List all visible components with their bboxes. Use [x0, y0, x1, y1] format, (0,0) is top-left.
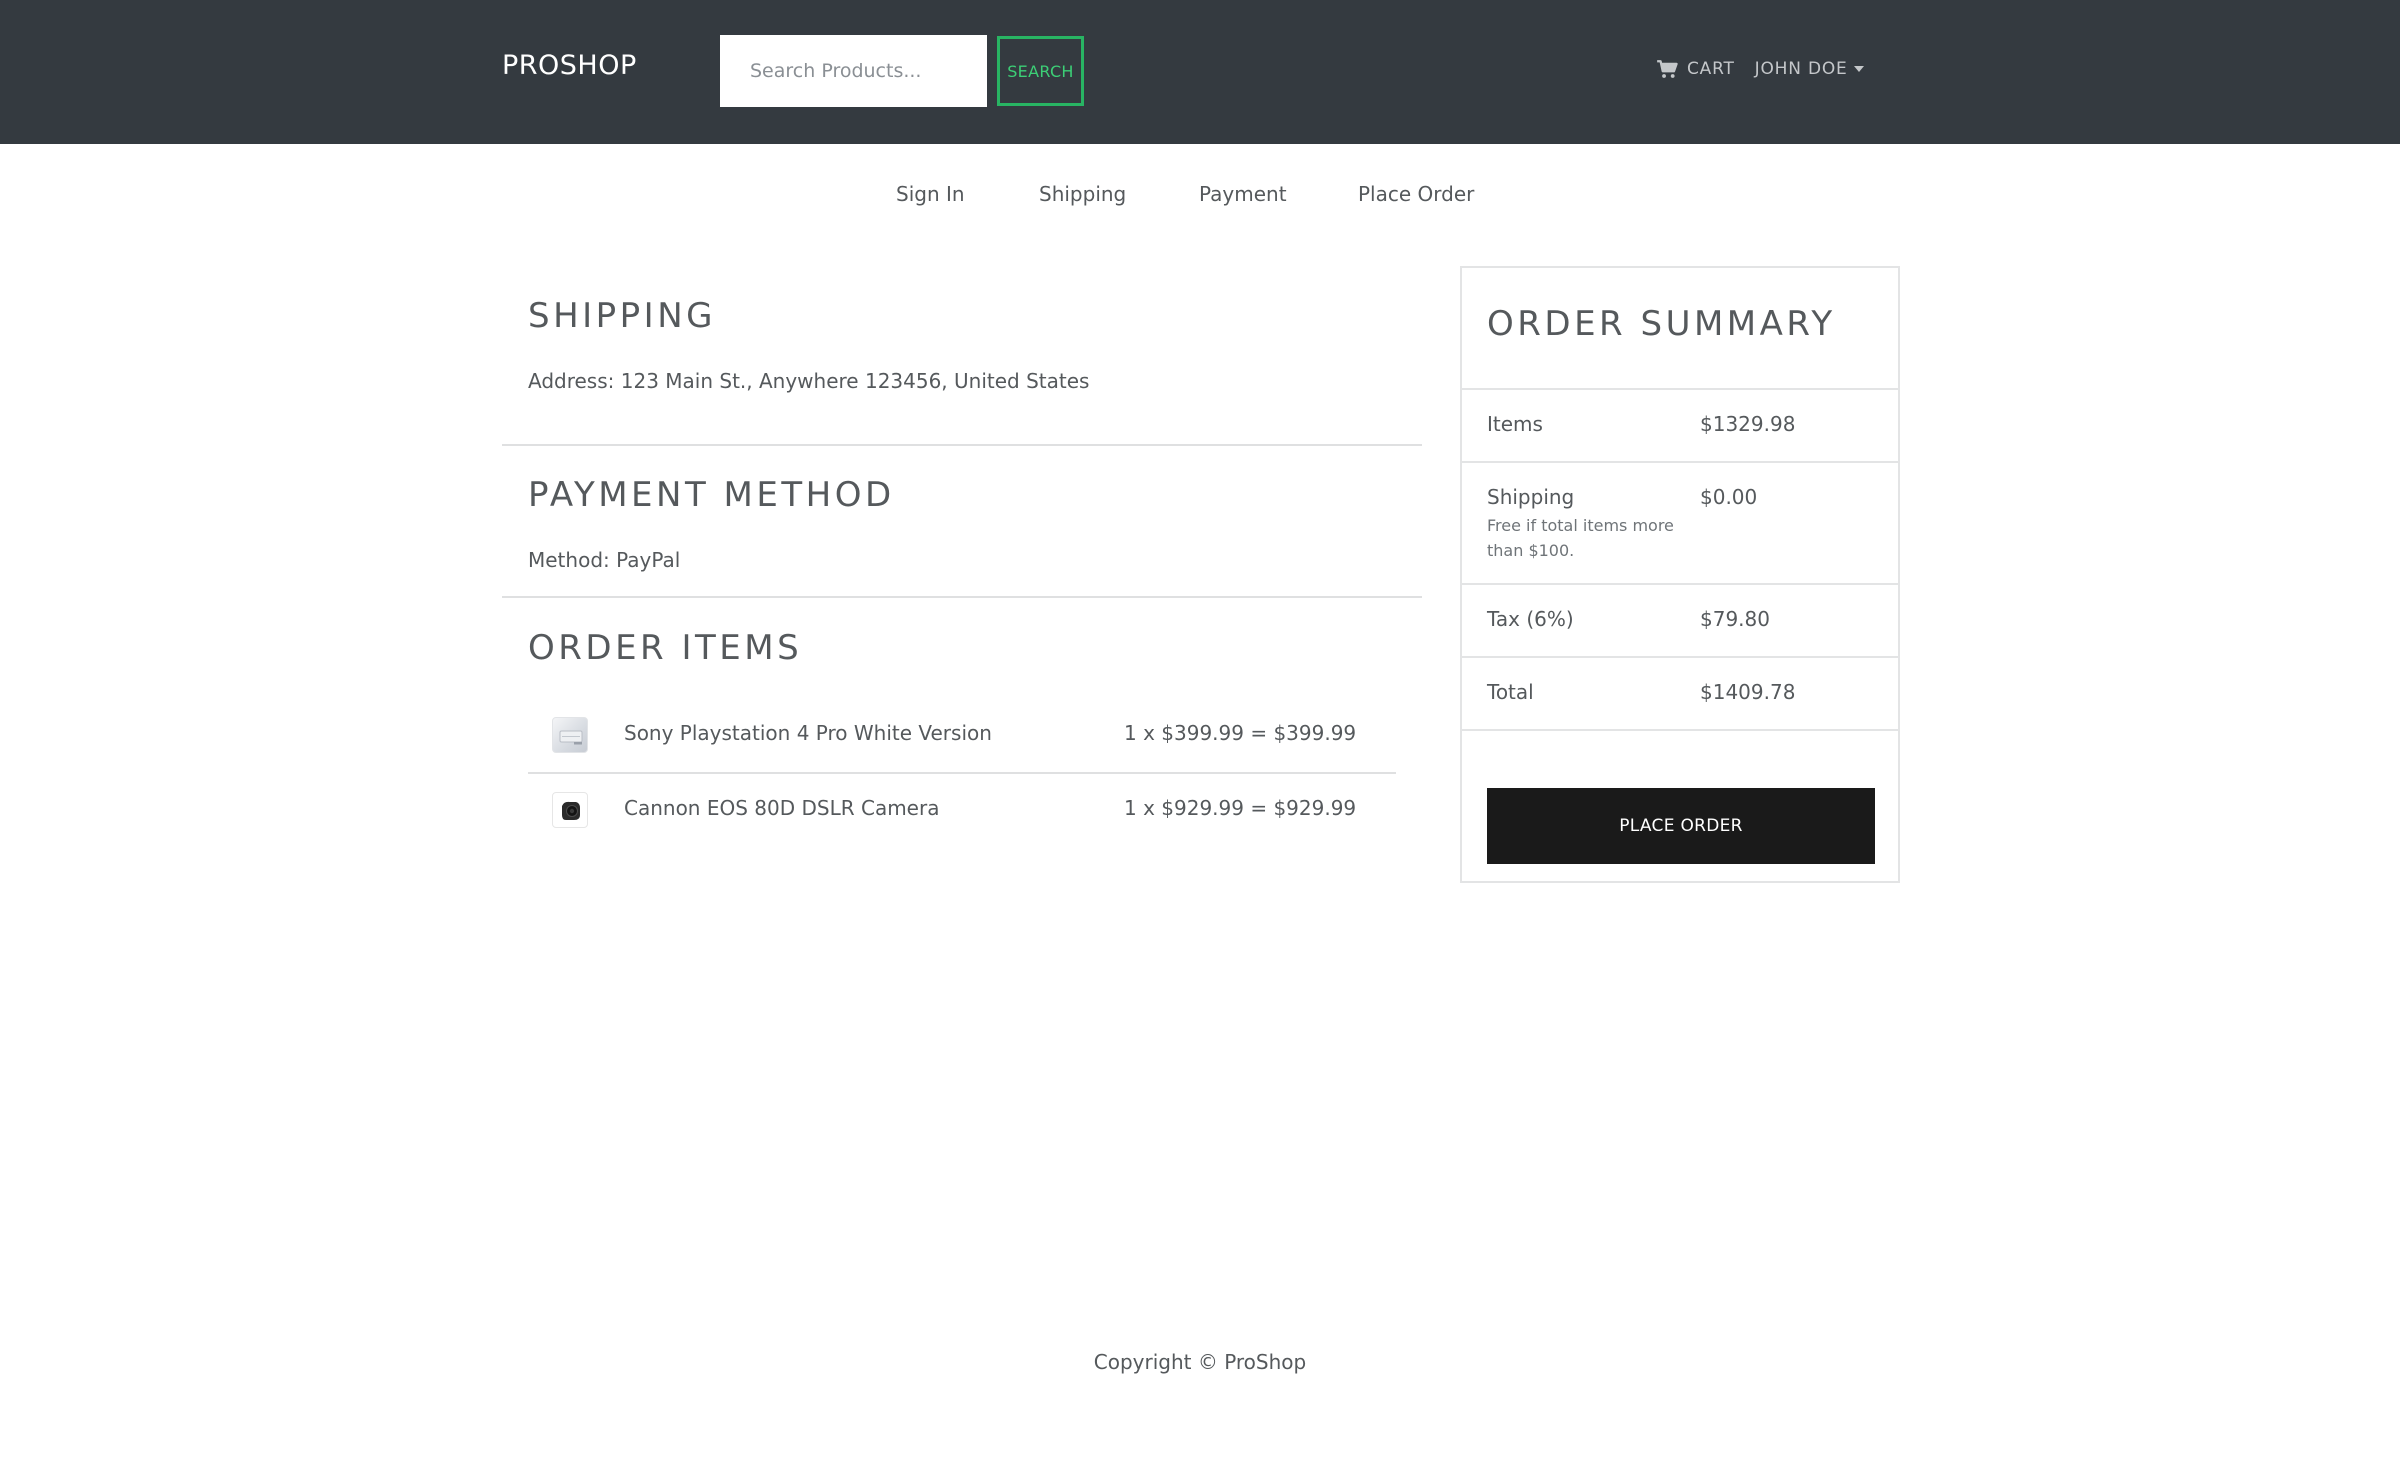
order-item-price: 1 x $929.99 = $929.99: [1124, 796, 1357, 820]
cart-link[interactable]: CART: [1657, 59, 1735, 79]
summary-items-value: $1329.98: [1700, 412, 1796, 436]
order-item-name-link[interactable]: Cannon EOS 80D DSLR Camera: [624, 796, 939, 820]
cart-label: CART: [1687, 59, 1735, 79]
order-item-row: Cannon EOS 80D DSLR Camera 1 x $929.99 =…: [528, 774, 1396, 848]
shipping-heading: SHIPPING: [528, 296, 716, 336]
camera-image: [562, 801, 580, 820]
nav-right: CART JOHN DOE: [1657, 55, 1864, 83]
summary-shipping-value: $0.00: [1700, 485, 1758, 509]
summary-total-value: $1409.78: [1700, 680, 1796, 704]
summary-tax-value: $79.80: [1700, 607, 1770, 631]
step-payment[interactable]: Payment: [1199, 182, 1287, 206]
step-sign-in[interactable]: Sign In: [896, 182, 965, 206]
order-item-price: 1 x $399.99 = $399.99: [1124, 721, 1357, 745]
order-item-row: Sony Playstation 4 Pro White Version 1 x…: [528, 699, 1396, 773]
summary-shipping-label: Shipping: [1487, 485, 1575, 509]
footer-copyright: Copyright © ProShop: [1093, 1350, 1307, 1374]
shopping-cart-icon: [1657, 59, 1678, 78]
summary-divider: [1462, 583, 1898, 585]
section-divider: [502, 444, 1422, 446]
playstation-image: [559, 730, 583, 745]
user-menu-dropdown[interactable]: JOHN DOE: [1755, 59, 1864, 79]
top-navbar: PROSHOP SEARCH CART JOHN DOE: [0, 0, 2400, 144]
user-name: JOHN DOE: [1754, 59, 1848, 79]
place-order-button[interactable]: PLACE ORDER: [1487, 788, 1875, 864]
summary-tax-label: Tax (6%): [1487, 607, 1574, 631]
summary-divider: [1462, 656, 1898, 658]
summary-divider: [1462, 388, 1898, 390]
order-summary-heading: ORDER SUMMARY: [1487, 304, 1836, 344]
summary-shipping-note: Free if total items more than $100.: [1487, 516, 1674, 560]
shipping-address: Address: 123 Main St., Anywhere 123456, …: [528, 369, 1090, 393]
caret-down-icon: [1853, 66, 1864, 72]
order-summary-card: ORDER SUMMARY Items $1329.98 Shipping Fr…: [1460, 266, 1900, 883]
summary-divider: [1462, 461, 1898, 463]
summary-divider: [1462, 729, 1898, 731]
step-place-order[interactable]: Place Order: [1358, 182, 1474, 206]
search-input[interactable]: [720, 35, 987, 107]
summary-items-label: Items: [1487, 412, 1543, 436]
product-thumbnail-playstation[interactable]: [552, 717, 588, 753]
brand-logo-link[interactable]: PROSHOP: [502, 50, 637, 81]
summary-total-label: Total: [1487, 680, 1534, 704]
payment-method-heading: PAYMENT METHOD: [528, 475, 895, 515]
section-divider: [502, 596, 1422, 598]
search-button[interactable]: SEARCH: [997, 36, 1084, 106]
order-item-name-link[interactable]: Sony Playstation 4 Pro White Version: [624, 721, 992, 745]
order-items-heading: ORDER ITEMS: [528, 628, 803, 668]
payment-method-value: Method: PayPal: [528, 548, 681, 572]
checkout-steps: Sign In Shipping Payment Place Order: [0, 182, 2400, 218]
product-thumbnail-camera[interactable]: [552, 792, 588, 828]
step-shipping[interactable]: Shipping: [1039, 182, 1126, 206]
